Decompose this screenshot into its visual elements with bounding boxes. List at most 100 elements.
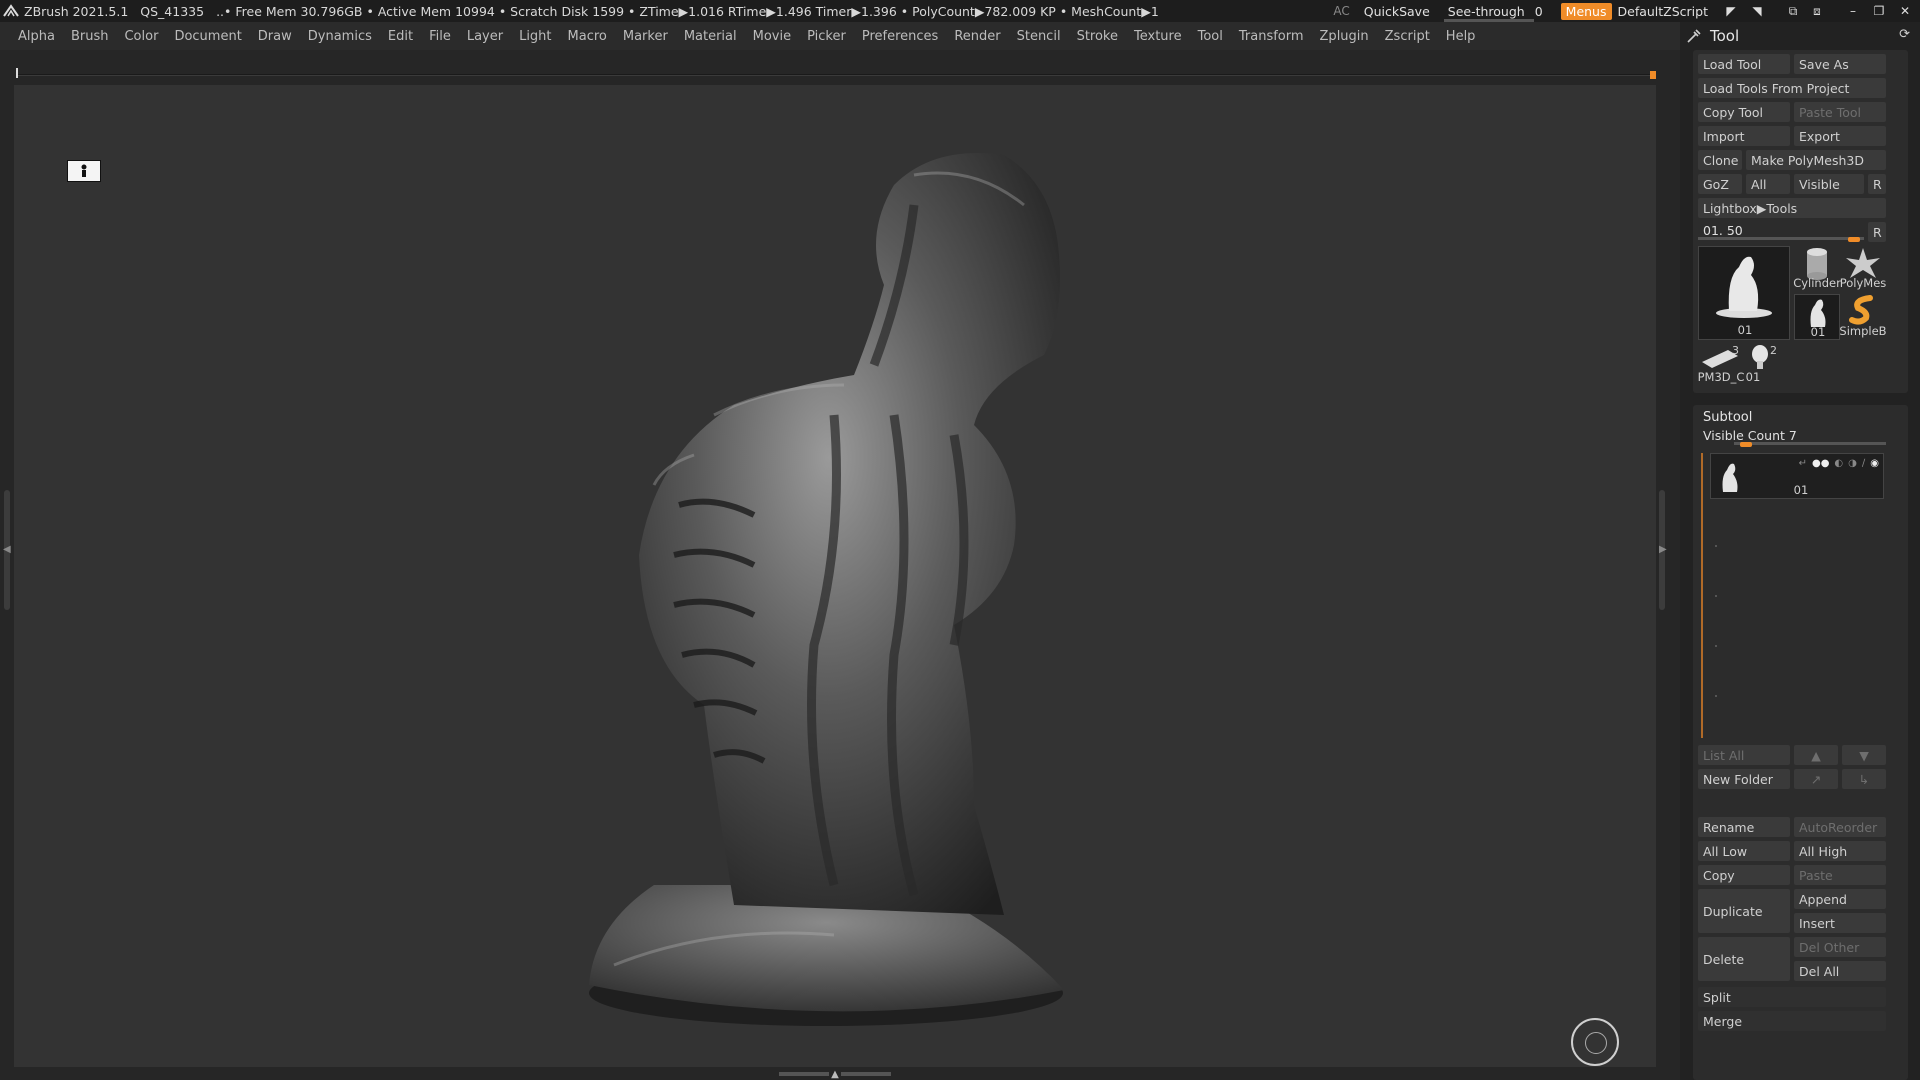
copy-subtool-button[interactable]: Copy [1698,865,1790,885]
menu-zplugin[interactable]: Zplugin [1320,29,1369,44]
tool-slider-knob[interactable] [1848,237,1860,242]
duplicate-button[interactable]: Duplicate [1698,889,1790,933]
subtool-folder-icon[interactable]: ↵ [1799,458,1807,469]
tool-thumbnail-polymesh[interactable]: PolyMes [1840,246,1886,292]
delete-button[interactable]: Delete [1698,937,1790,981]
new-folder-button[interactable]: New Folder [1698,769,1790,789]
move-down-icon[interactable]: ▼ [1842,745,1886,765]
menu-edit[interactable]: Edit [388,29,413,44]
make-polymesh3d-button[interactable]: Make PolyMesh3D [1746,150,1886,170]
move-up-icon[interactable]: ▲ [1794,745,1838,765]
navigation-widget[interactable] [67,160,101,182]
menus-toggle-button[interactable]: Menus [1560,2,1612,20]
menu-alpha[interactable]: Alpha [18,29,55,44]
load-tools-from-project-button[interactable]: Load Tools From Project [1698,78,1886,98]
goz-r-button[interactable]: R [1868,174,1886,194]
menu-light[interactable]: Light [519,29,551,44]
quicksave-button[interactable]: QuickSave [1364,4,1430,19]
tool-thumbnail-head[interactable]: 2 01 [1746,344,1792,386]
subtool-brush-icon[interactable]: ∕ [1862,458,1865,469]
split-section-button[interactable]: Split [1698,987,1886,1007]
clone-button[interactable]: Clone [1698,150,1742,170]
close-icon[interactable]: ✕ [1896,4,1914,18]
move-into-folder-icon[interactable]: ↗ [1794,769,1838,789]
append-button[interactable]: Append [1794,889,1886,909]
menu-picker[interactable]: Picker [807,29,846,44]
tool-thumbnail-small[interactable]: 01 [1794,294,1840,340]
subtool-mask-icon[interactable]: ◑ [1848,458,1857,469]
default-zscript-button[interactable]: DefaultZScript [1618,4,1709,19]
menu-color[interactable]: Color [124,29,158,44]
export-button[interactable]: Export [1794,126,1886,146]
lightbox-tools-button[interactable]: Lightbox▶Tools [1698,198,1886,218]
merge-section-button[interactable]: Merge [1698,1011,1886,1031]
import-button[interactable]: Import [1698,126,1790,146]
menu-file[interactable]: File [429,29,451,44]
autoreorder-button[interactable]: AutoReorder [1794,817,1886,837]
del-other-button[interactable]: Del Other [1794,937,1886,957]
subtool-polypaint-icon[interactable]: ◐ [1834,458,1843,469]
copy-window-icon[interactable]: ⧉ [1784,4,1802,19]
subtool-item[interactable]: ↵ ●● ◐ ◑ ∕ ◉ 01 [1710,453,1884,499]
right-tray-arrow-icon[interactable]: ▶ [1659,544,1667,555]
tool-slider[interactable]: 01. 50 [1698,222,1864,242]
menu-zscript[interactable]: Zscript [1385,29,1430,44]
tool-thumbnail-main[interactable]: 01 [1698,246,1790,340]
layout-right-icon[interactable]: ◥ [1748,4,1766,18]
left-tray-arrow-icon[interactable]: ◀ [3,544,11,555]
menu-brush[interactable]: Brush [71,29,109,44]
menu-render[interactable]: Render [954,29,1000,44]
menu-movie[interactable]: Movie [753,29,791,44]
rotate-orb-icon[interactable] [1571,1018,1619,1066]
menu-help[interactable]: Help [1446,29,1476,44]
rename-button[interactable]: Rename [1698,817,1790,837]
subtool-list-scrollbar[interactable] [1701,453,1703,738]
menu-draw[interactable]: Draw [258,29,292,44]
copy-tool-button[interactable]: Copy Tool [1698,102,1790,122]
goz-all-button[interactable]: All [1746,174,1790,194]
menu-marker[interactable]: Marker [623,29,668,44]
goz-button[interactable]: GoZ [1698,174,1742,194]
ac-toggle[interactable]: AC [1333,4,1349,18]
all-high-button[interactable]: All High [1794,841,1886,861]
visible-count-slider[interactable]: Visible Count 7 [1698,427,1886,447]
move-out-folder-icon[interactable]: ↳ [1842,769,1886,789]
layout-left-icon[interactable]: ◤ [1722,4,1740,18]
menu-macro[interactable]: Macro [568,29,607,44]
restore-icon[interactable]: ❐ [1870,4,1888,18]
document-canvas[interactable] [14,85,1656,1067]
menu-tool[interactable]: Tool [1198,29,1223,44]
menu-preferences[interactable]: Preferences [862,29,938,44]
ruler-end-marker[interactable] [1650,71,1656,79]
tool-thumbnail-cylinder[interactable]: Cylinder [1793,246,1841,292]
menu-dynamics[interactable]: Dynamics [308,29,372,44]
save-as-button[interactable]: Save As [1794,54,1886,74]
subtool-visibility-eye-icon[interactable]: ◉ [1870,458,1879,469]
paste-window-icon[interactable]: ⧈ [1808,4,1826,19]
bottom-tray-handle[interactable]: ▲ [770,1069,900,1080]
subtool-title[interactable]: Subtool [1703,410,1752,425]
menu-layer[interactable]: Layer [467,29,503,44]
see-through-slider[interactable]: See-through 0 [1443,4,1547,22]
reset-icon[interactable]: ⟳ [1899,27,1910,42]
menu-stroke[interactable]: Stroke [1077,29,1118,44]
tool-palette-header[interactable]: Tool ⟳ [1680,22,1920,50]
menu-document[interactable]: Document [174,29,241,44]
visible-count-knob[interactable] [1740,442,1752,447]
del-all-button[interactable]: Del All [1794,961,1886,981]
subtool-solo-icon[interactable]: ●● [1812,458,1829,469]
list-all-button[interactable]: List All [1698,745,1790,765]
tool-slider-r-button[interactable]: R [1868,222,1886,242]
all-low-button[interactable]: All Low [1698,841,1790,861]
paste-tool-button[interactable]: Paste Tool [1794,102,1886,122]
minimize-icon[interactable]: – [1844,4,1862,18]
paste-subtool-button[interactable]: Paste [1794,865,1886,885]
load-tool-button[interactable]: Load Tool [1698,54,1790,74]
menu-texture[interactable]: Texture [1134,29,1182,44]
menu-transform[interactable]: Transform [1239,29,1304,44]
menu-stencil[interactable]: Stencil [1017,29,1061,44]
brush-pin-icon[interactable] [1686,28,1702,44]
tool-thumbnail-simplebrush[interactable]: SimpleB [1839,294,1887,340]
menu-material[interactable]: Material [684,29,737,44]
insert-button[interactable]: Insert [1794,913,1886,933]
